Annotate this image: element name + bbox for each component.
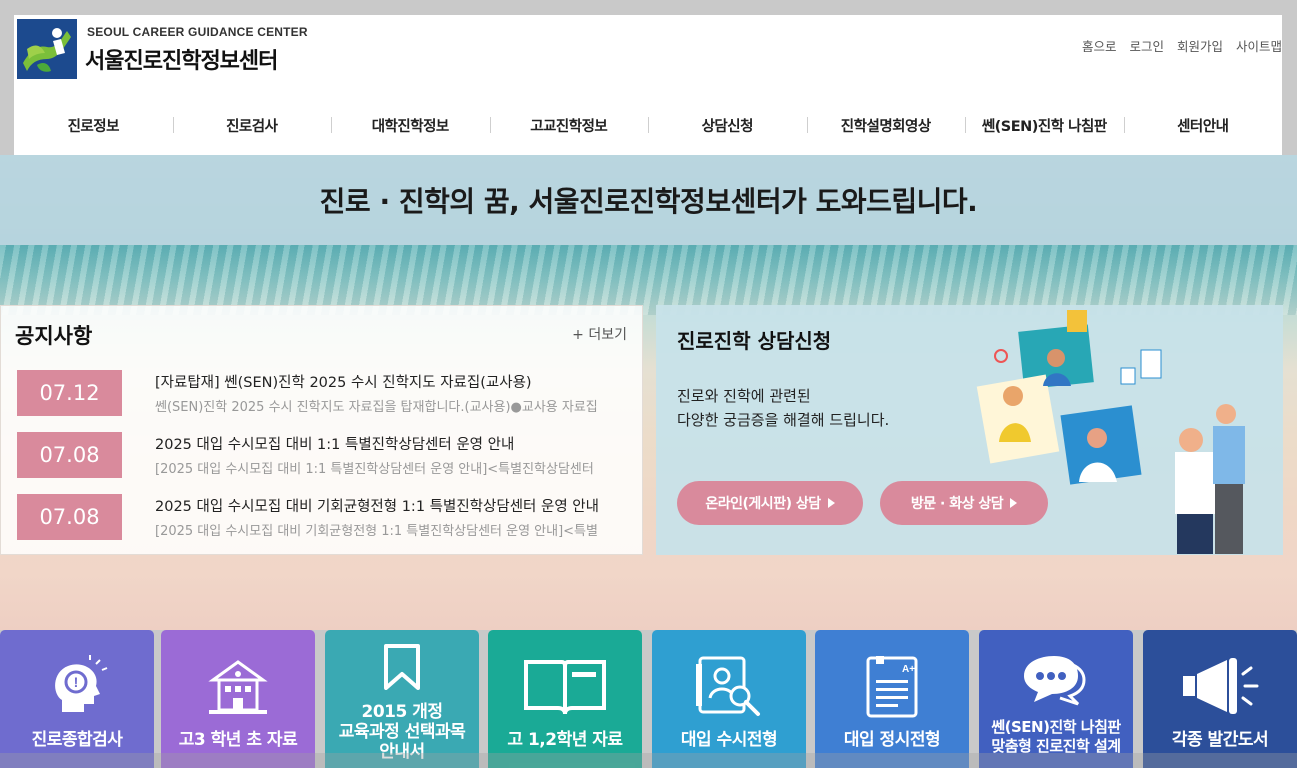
notice-item[interactable]: 07.08 2025 대입 수시모집 대비 1:1 특별진학상담센터 운영 안내… — [15, 432, 627, 478]
notice-date: 07.08 — [17, 494, 122, 540]
school-icon — [208, 660, 268, 714]
quick-tile-grade3[interactable]: 고3 학년 초 자료 — [161, 630, 315, 768]
notice-more-link[interactable]: + 더보기 — [572, 324, 627, 344]
online-counsel-button[interactable]: 온라인(게시판) 상담 — [677, 481, 863, 525]
site-header: SEOUL CAREER GUIDANCE CENTER 서울진로진학정보센터 … — [14, 15, 1282, 155]
notice-item-title[interactable]: 2025 대입 수시모집 대비 기회균형전형 1:1 특별진학상담센터 운영 안… — [155, 495, 621, 516]
quick-tile-career-test[interactable]: ! 진로종합검사 — [0, 630, 154, 768]
notice-item[interactable]: 07.12 [자료탑재] 쎈(SEN)진학 2025 수시 진학지도 자료집(교… — [15, 370, 627, 416]
nav-item-briefing-video[interactable]: 진학설명회영상 — [806, 115, 966, 136]
nav-item-university-info[interactable]: 대학진학정보 — [331, 115, 490, 136]
util-link-login[interactable]: 로그인 — [1129, 36, 1164, 55]
util-link-signup[interactable]: 회원가입 — [1177, 36, 1223, 55]
quick-label-line: 대입 수시전형 — [680, 730, 778, 750]
notice-item-summary: [2025 대입 수시모집 대비 기회균형전형 1:1 특별진학상담센터 운영 … — [155, 524, 598, 539]
counsel-desc-line: 진로와 진학에 관련된 — [677, 387, 811, 405]
svg-text:!: ! — [74, 674, 79, 690]
quick-tile-label: 고3 학년 초 자료 — [161, 730, 315, 750]
logo-emblem-icon — [17, 19, 77, 79]
counsel-panel: 진로진학 상담신청 진로와 진학에 관련된 다양한 궁금증을 해결해 드립니다.… — [656, 305, 1283, 555]
chat-bubble-icon — [1024, 656, 1086, 706]
quick-tile-label: 쎈(SEN)진학 나침판 맞춤형 진로진학 설계 — [979, 718, 1133, 756]
bottom-overlay-bar — [0, 753, 1297, 768]
quick-tile-jeongsi[interactable]: A+ 대입 정시전형 — [815, 630, 969, 768]
counsel-illustration-icon — [976, 310, 1245, 554]
online-counsel-label: 온라인(게시판) 상담 — [705, 496, 821, 512]
head-thinking-icon: ! — [55, 655, 108, 712]
quick-label-line: 고 1,2학년 자료 — [507, 730, 623, 750]
quick-label-line: 쎈(SEN)진학 나침판 — [991, 718, 1121, 736]
notice-date: 07.12 — [17, 370, 122, 416]
grade-report-icon: A+ — [866, 656, 918, 718]
quick-label-line: 각종 발간도서 — [1171, 730, 1269, 750]
quick-tile-label: 고 1,2학년 자료 — [488, 730, 642, 750]
quick-tile-grade12[interactable]: 고 1,2학년 자료 — [488, 630, 642, 768]
quick-tile-susi[interactable]: 대입 수시전형 — [652, 630, 806, 768]
notice-title: 공지사항 — [15, 324, 93, 348]
open-book-icon — [524, 660, 606, 715]
slogan-band: 진로 · 진학의 꿈, 서울진로진학정보센터가 도와드립니다. — [0, 155, 1297, 245]
utility-nav: 홈으로 로그인 회원가입 사이트맵 — [1082, 36, 1282, 55]
arrow-right-icon — [827, 498, 835, 508]
notice-item-summary: [2025 대입 수시모집 대비 1:1 특별진학상담센터 운영 안내]<특별진… — [155, 462, 594, 477]
quick-tile-sen-compass[interactable]: 쎈(SEN)진학 나침판 맞춤형 진로진학 설계 — [979, 630, 1133, 768]
notice-item[interactable]: 07.08 2025 대입 수시모집 대비 기회균형전형 1:1 특별진학상담센… — [15, 494, 627, 540]
bookmark-icon — [384, 644, 420, 690]
counsel-title: 진로진학 상담신청 — [677, 329, 832, 353]
notice-item-title[interactable]: [자료탑재] 쎈(SEN)진학 2025 수시 진학지도 자료집(교사용) — [155, 371, 621, 392]
nav-item-highschool-info[interactable]: 고교진학정보 — [489, 115, 649, 136]
notice-date: 07.08 — [17, 432, 122, 478]
svg-text:A+: A+ — [902, 664, 915, 675]
quick-label-line: 진로종합검사 — [31, 730, 123, 750]
nav-item-center-info[interactable]: 센터안내 — [1123, 115, 1283, 136]
site-logo[interactable]: SEOUL CAREER GUIDANCE CENTER 서울진로진학정보센터 — [17, 19, 308, 83]
quick-tile-label: 각종 발간도서 — [1143, 730, 1297, 750]
quick-tile-curriculum-guide[interactable]: 2015 개정 교육과정 선택과목 안내서 — [325, 630, 479, 768]
logo-korean: 서울진로진학정보센터 — [85, 49, 278, 74]
nav-item-career-info[interactable]: 진로정보 — [14, 115, 173, 136]
util-link-home[interactable]: 홈으로 — [1082, 36, 1117, 55]
notice-item-summary: 쎈(SEN)진학 2025 수시 진학지도 자료집을 탑재합니다.(교사용)●교… — [155, 400, 598, 415]
quick-tile-label: 대입 수시전형 — [652, 730, 806, 750]
logo-english: SEOUL CAREER GUIDANCE CENTER — [87, 25, 308, 39]
counsel-desc-line: 다양한 궁금증을 해결해 드립니다. — [677, 411, 890, 429]
nav-item-sen-compass[interactable]: 쎈(SEN)진학 나침판 — [965, 115, 1124, 136]
quick-tile-label: 진로종합검사 — [0, 730, 154, 750]
notice-item-title[interactable]: 2025 대입 수시모집 대비 1:1 특별진학상담센터 운영 안내 — [155, 433, 621, 454]
profile-search-icon — [696, 656, 760, 716]
nav-item-career-test[interactable]: 진로검사 — [172, 115, 332, 136]
quick-label-line: 대입 정시전형 — [843, 730, 941, 750]
quick-tile-label: 대입 정시전형 — [815, 730, 969, 750]
util-link-sitemap[interactable]: 사이트맵 — [1236, 36, 1282, 55]
counsel-description: 진로와 진학에 관련된 다양한 궁금증을 해결해 드립니다. — [677, 384, 889, 432]
quick-tile-publications[interactable]: 각종 발간도서 — [1143, 630, 1297, 768]
main-nav: 진로정보 진로검사 대학진학정보 고교진학정보 상담신청 진학설명회영상 쎈(S… — [14, 95, 1282, 155]
notice-board: 공지사항 + 더보기 07.12 [자료탑재] 쎈(SEN)진학 2025 수시… — [0, 305, 643, 555]
quick-menu: ! 진로종합검사 고3 학년 초 자료 2015 개정 교육과정 선택과목 안내… — [0, 630, 1297, 768]
quick-label-line: 교육과정 선택과목 — [338, 722, 466, 742]
nav-item-counsel-apply[interactable]: 상담신청 — [648, 115, 807, 136]
quick-label-line: 2015 개정 — [361, 702, 443, 722]
megaphone-icon — [1183, 658, 1259, 714]
hero-slogan: 진로 · 진학의 꿈, 서울진로진학정보센터가 도와드립니다. — [319, 185, 978, 218]
quick-label-line: 고3 학년 초 자료 — [178, 730, 298, 750]
